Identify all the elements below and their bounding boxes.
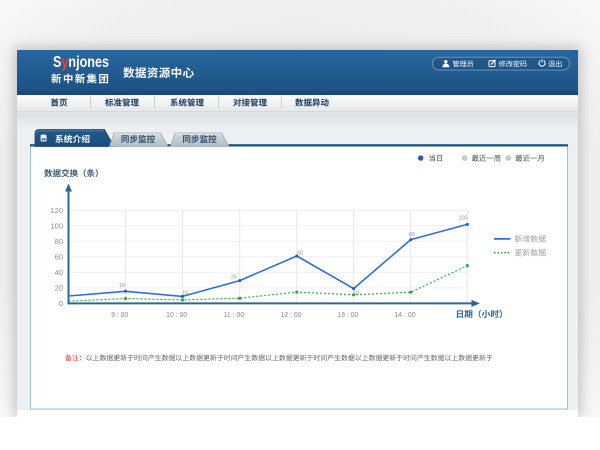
svg-text:100: 100 xyxy=(50,221,63,230)
svg-text:11 : 00: 11 : 00 xyxy=(224,312,245,319)
svg-text:9 : 00: 9 : 00 xyxy=(111,312,128,319)
svg-text:0: 0 xyxy=(59,299,63,308)
svg-text:120: 120 xyxy=(50,206,63,215)
svg-text:35: 35 xyxy=(231,274,237,280)
svg-text:Synjones: Synjones xyxy=(53,54,109,71)
svg-text:13 : 00: 13 : 00 xyxy=(337,312,358,319)
svg-text:80: 80 xyxy=(409,232,415,238)
svg-text:10: 10 xyxy=(353,290,359,296)
svg-text:60: 60 xyxy=(297,250,303,256)
svg-text:60: 60 xyxy=(55,252,63,261)
svg-text:12 : 00: 12 : 00 xyxy=(280,312,301,319)
svg-text:80: 80 xyxy=(55,237,63,246)
svg-text:10 : 00: 10 : 00 xyxy=(166,312,187,319)
svg-text:40: 40 xyxy=(55,268,63,277)
svg-text:20: 20 xyxy=(55,283,63,292)
svg-text:14 : 00: 14 : 00 xyxy=(394,312,415,319)
svg-text:10: 10 xyxy=(182,290,188,296)
svg-text:100: 100 xyxy=(459,216,468,222)
svg-text:18: 18 xyxy=(119,283,125,289)
